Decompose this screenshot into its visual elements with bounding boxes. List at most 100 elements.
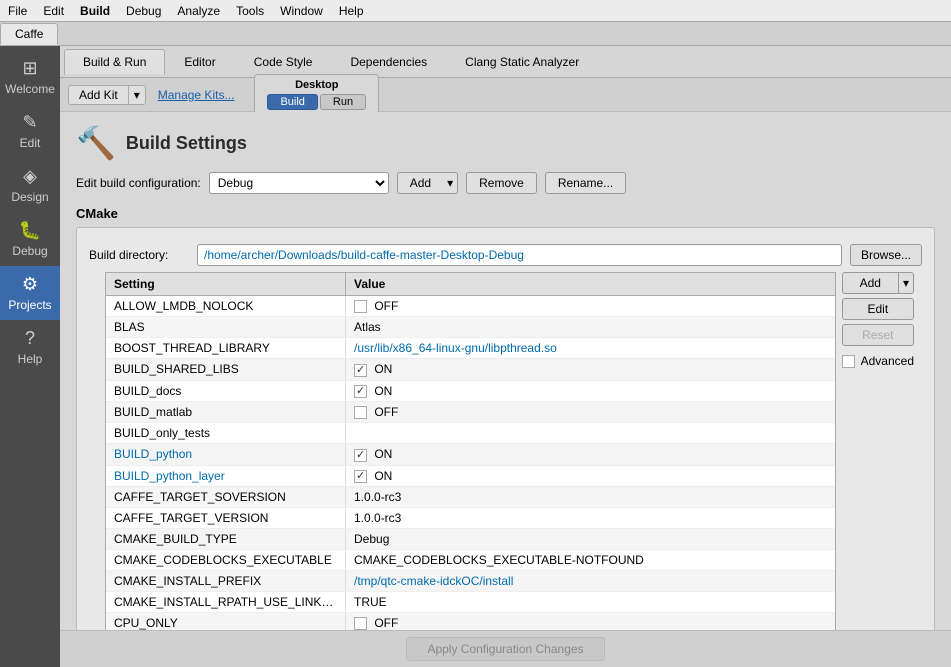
tab-code-style[interactable]: Code Style	[235, 49, 332, 75]
sidebar-item-projects[interactable]: ⚙ Projects	[0, 266, 60, 320]
table-row[interactable]: CMAKE_INSTALL_PREFIX/tmp/qtc-cmake-idckO…	[106, 571, 835, 592]
value-cell: ON	[346, 444, 835, 464]
edit-row-button[interactable]: Edit	[842, 298, 914, 320]
setting-cell: BUILD_SHARED_LIBS	[106, 359, 346, 379]
table-buttons: Add ▾ Edit Reset Advanced	[842, 272, 914, 630]
value-cell: ON	[346, 359, 835, 379]
add-row-button[interactable]: Add	[842, 272, 899, 294]
table-row[interactable]: CAFFE_TARGET_VERSION1.0.0-rc3	[106, 508, 835, 529]
checkbox-off-icon	[354, 300, 367, 313]
desktop-widget: Desktop Build Run	[254, 74, 379, 115]
debug-icon: 🐛	[19, 220, 41, 241]
desktop-tab-build[interactable]: Build	[267, 94, 317, 110]
table-row[interactable]: CMAKE_BUILD_TYPEDebug	[106, 529, 835, 550]
setting-cell: CPU_ONLY	[106, 613, 346, 630]
table-row[interactable]: BOOST_THREAD_LIBRARY/usr/lib/x86_64-linu…	[106, 338, 835, 359]
setting-cell: CMAKE_INSTALL_RPATH_USE_LINK_PATH	[106, 592, 346, 612]
table-row[interactable]: CMAKE_CODEBLOCKS_EXECUTABLECMAKE_CODEBLO…	[106, 550, 835, 571]
help-icon: ?	[25, 328, 35, 349]
table-row[interactable]: CPU_ONLY OFF	[106, 613, 835, 630]
sidebar-label-welcome: Welcome	[5, 82, 55, 96]
setting-cell: CMAKE_INSTALL_PREFIX	[106, 571, 346, 591]
menu-edit[interactable]: Edit	[35, 2, 72, 20]
checkbox-off-icon	[354, 406, 367, 419]
apply-config-button[interactable]: Apply Configuration Changes	[406, 637, 604, 661]
table-row[interactable]: BUILD_matlab OFF	[106, 402, 835, 423]
add-kit-button[interactable]: Add Kit	[68, 85, 128, 105]
project-tab-bar: Caffe	[0, 22, 951, 46]
table-row[interactable]: BUILD_python ON	[106, 444, 835, 465]
edit-icon: ✎	[22, 112, 37, 133]
header-setting: Setting	[106, 273, 346, 295]
cmake-title: CMake	[76, 206, 935, 221]
setting-cell: CAFFE_TARGET_SOVERSION	[106, 487, 346, 507]
sidebar-item-edit[interactable]: ✎ Edit	[0, 104, 60, 158]
table-body[interactable]: ALLOW_LMDB_NOLOCK OFFBLASAtlasBOOST_THRE…	[106, 296, 835, 630]
add-kit-dropdown-button[interactable]: ▾	[128, 85, 146, 105]
settings-table: Setting Value ALLOW_LMDB_NOLOCK OFFBLASA…	[105, 272, 836, 630]
menu-help[interactable]: Help	[331, 2, 372, 20]
rename-config-button[interactable]: Rename...	[545, 172, 626, 194]
add-config-dropdown-button[interactable]: ▾	[443, 172, 458, 194]
menubar: File Edit Build Debug Analyze Tools Wind…	[0, 0, 951, 22]
table-row[interactable]: CAFFE_TARGET_SOVERSION1.0.0-rc3	[106, 487, 835, 508]
browse-button[interactable]: Browse...	[850, 244, 922, 266]
project-tab-caffe[interactable]: Caffe	[0, 23, 58, 45]
build-dir-row: Build directory: Browse...	[89, 238, 922, 272]
build-dir-input[interactable]	[197, 244, 842, 266]
menu-build[interactable]: Build	[72, 2, 118, 20]
table-row[interactable]: BUILD_SHARED_LIBS ON	[106, 359, 835, 380]
remove-config-button[interactable]: Remove	[466, 172, 537, 194]
menu-debug[interactable]: Debug	[118, 2, 169, 20]
setting-cell: BUILD_only_tests	[106, 423, 346, 443]
add-row-dropdown-button[interactable]: ▾	[899, 272, 914, 294]
manage-kits-link[interactable]: Manage Kits...	[152, 86, 241, 104]
setting-cell: CMAKE_BUILD_TYPE	[106, 529, 346, 549]
desktop-widget-tabs: Build Run	[267, 94, 366, 110]
desktop-tab-run[interactable]: Run	[320, 94, 366, 110]
sidebar-label-debug: Debug	[12, 244, 47, 258]
menu-analyze[interactable]: Analyze	[169, 2, 228, 20]
sidebar-item-help[interactable]: ? Help	[0, 320, 60, 374]
value-cell: Debug	[346, 529, 835, 549]
table-row[interactable]: ALLOW_LMDB_NOLOCK OFF	[106, 296, 835, 317]
sidebar-item-design[interactable]: ◈ Design	[0, 158, 60, 212]
sidebar-label-projects: Projects	[8, 298, 51, 312]
table-row[interactable]: CMAKE_INSTALL_RPATH_USE_LINK_PATHTRUE	[106, 592, 835, 613]
desktop-widget-title: Desktop	[295, 79, 338, 91]
kit-bar: Add Kit ▾ Manage Kits... Desktop Build R…	[60, 78, 951, 112]
design-icon: ◈	[23, 166, 37, 187]
table-row[interactable]: BUILD_only_tests	[106, 423, 835, 444]
advanced-label: Advanced	[861, 354, 914, 368]
value-cell	[346, 423, 835, 443]
add-config-button[interactable]: Add	[397, 172, 443, 194]
advanced-checkbox[interactable]	[842, 355, 855, 368]
add-row-button-group: Add ▾	[842, 272, 914, 294]
config-label: Edit build configuration:	[76, 176, 201, 190]
sidebar-item-debug[interactable]: 🐛 Debug	[0, 212, 60, 266]
tab-clang-static[interactable]: Clang Static Analyzer	[446, 49, 598, 75]
config-select[interactable]: Debug	[209, 172, 389, 194]
menu-window[interactable]: Window	[272, 2, 331, 20]
value-cell: Atlas	[346, 317, 835, 337]
tab-dependencies[interactable]: Dependencies	[331, 49, 446, 75]
table-row[interactable]: BLASAtlas	[106, 317, 835, 338]
table-row[interactable]: BUILD_python_layer ON	[106, 466, 835, 487]
value-cell: ON	[346, 381, 835, 401]
setting-cell: BLAS	[106, 317, 346, 337]
sidebar: ⊞ Welcome ✎ Edit ◈ Design 🐛 Debug ⚙ Proj…	[0, 46, 60, 667]
menu-file[interactable]: File	[0, 2, 35, 20]
sidebar-label-design: Design	[11, 190, 48, 204]
setting-cell: BUILD_python	[106, 444, 346, 464]
reset-row-button[interactable]: Reset	[842, 324, 914, 346]
add-kit-label: Add Kit	[79, 88, 118, 102]
top-tab-bar: Build & Run Editor Code Style Dependenci…	[60, 46, 951, 78]
tab-editor[interactable]: Editor	[165, 49, 234, 75]
value-cell: OFF	[346, 402, 835, 422]
projects-icon: ⚙	[22, 274, 38, 295]
menu-tools[interactable]: Tools	[228, 2, 272, 20]
sidebar-item-welcome[interactable]: ⊞ Welcome	[0, 50, 60, 104]
tab-build-run[interactable]: Build & Run	[64, 49, 165, 75]
table-row[interactable]: BUILD_docs ON	[106, 381, 835, 402]
build-settings-title: Build Settings	[126, 133, 247, 154]
